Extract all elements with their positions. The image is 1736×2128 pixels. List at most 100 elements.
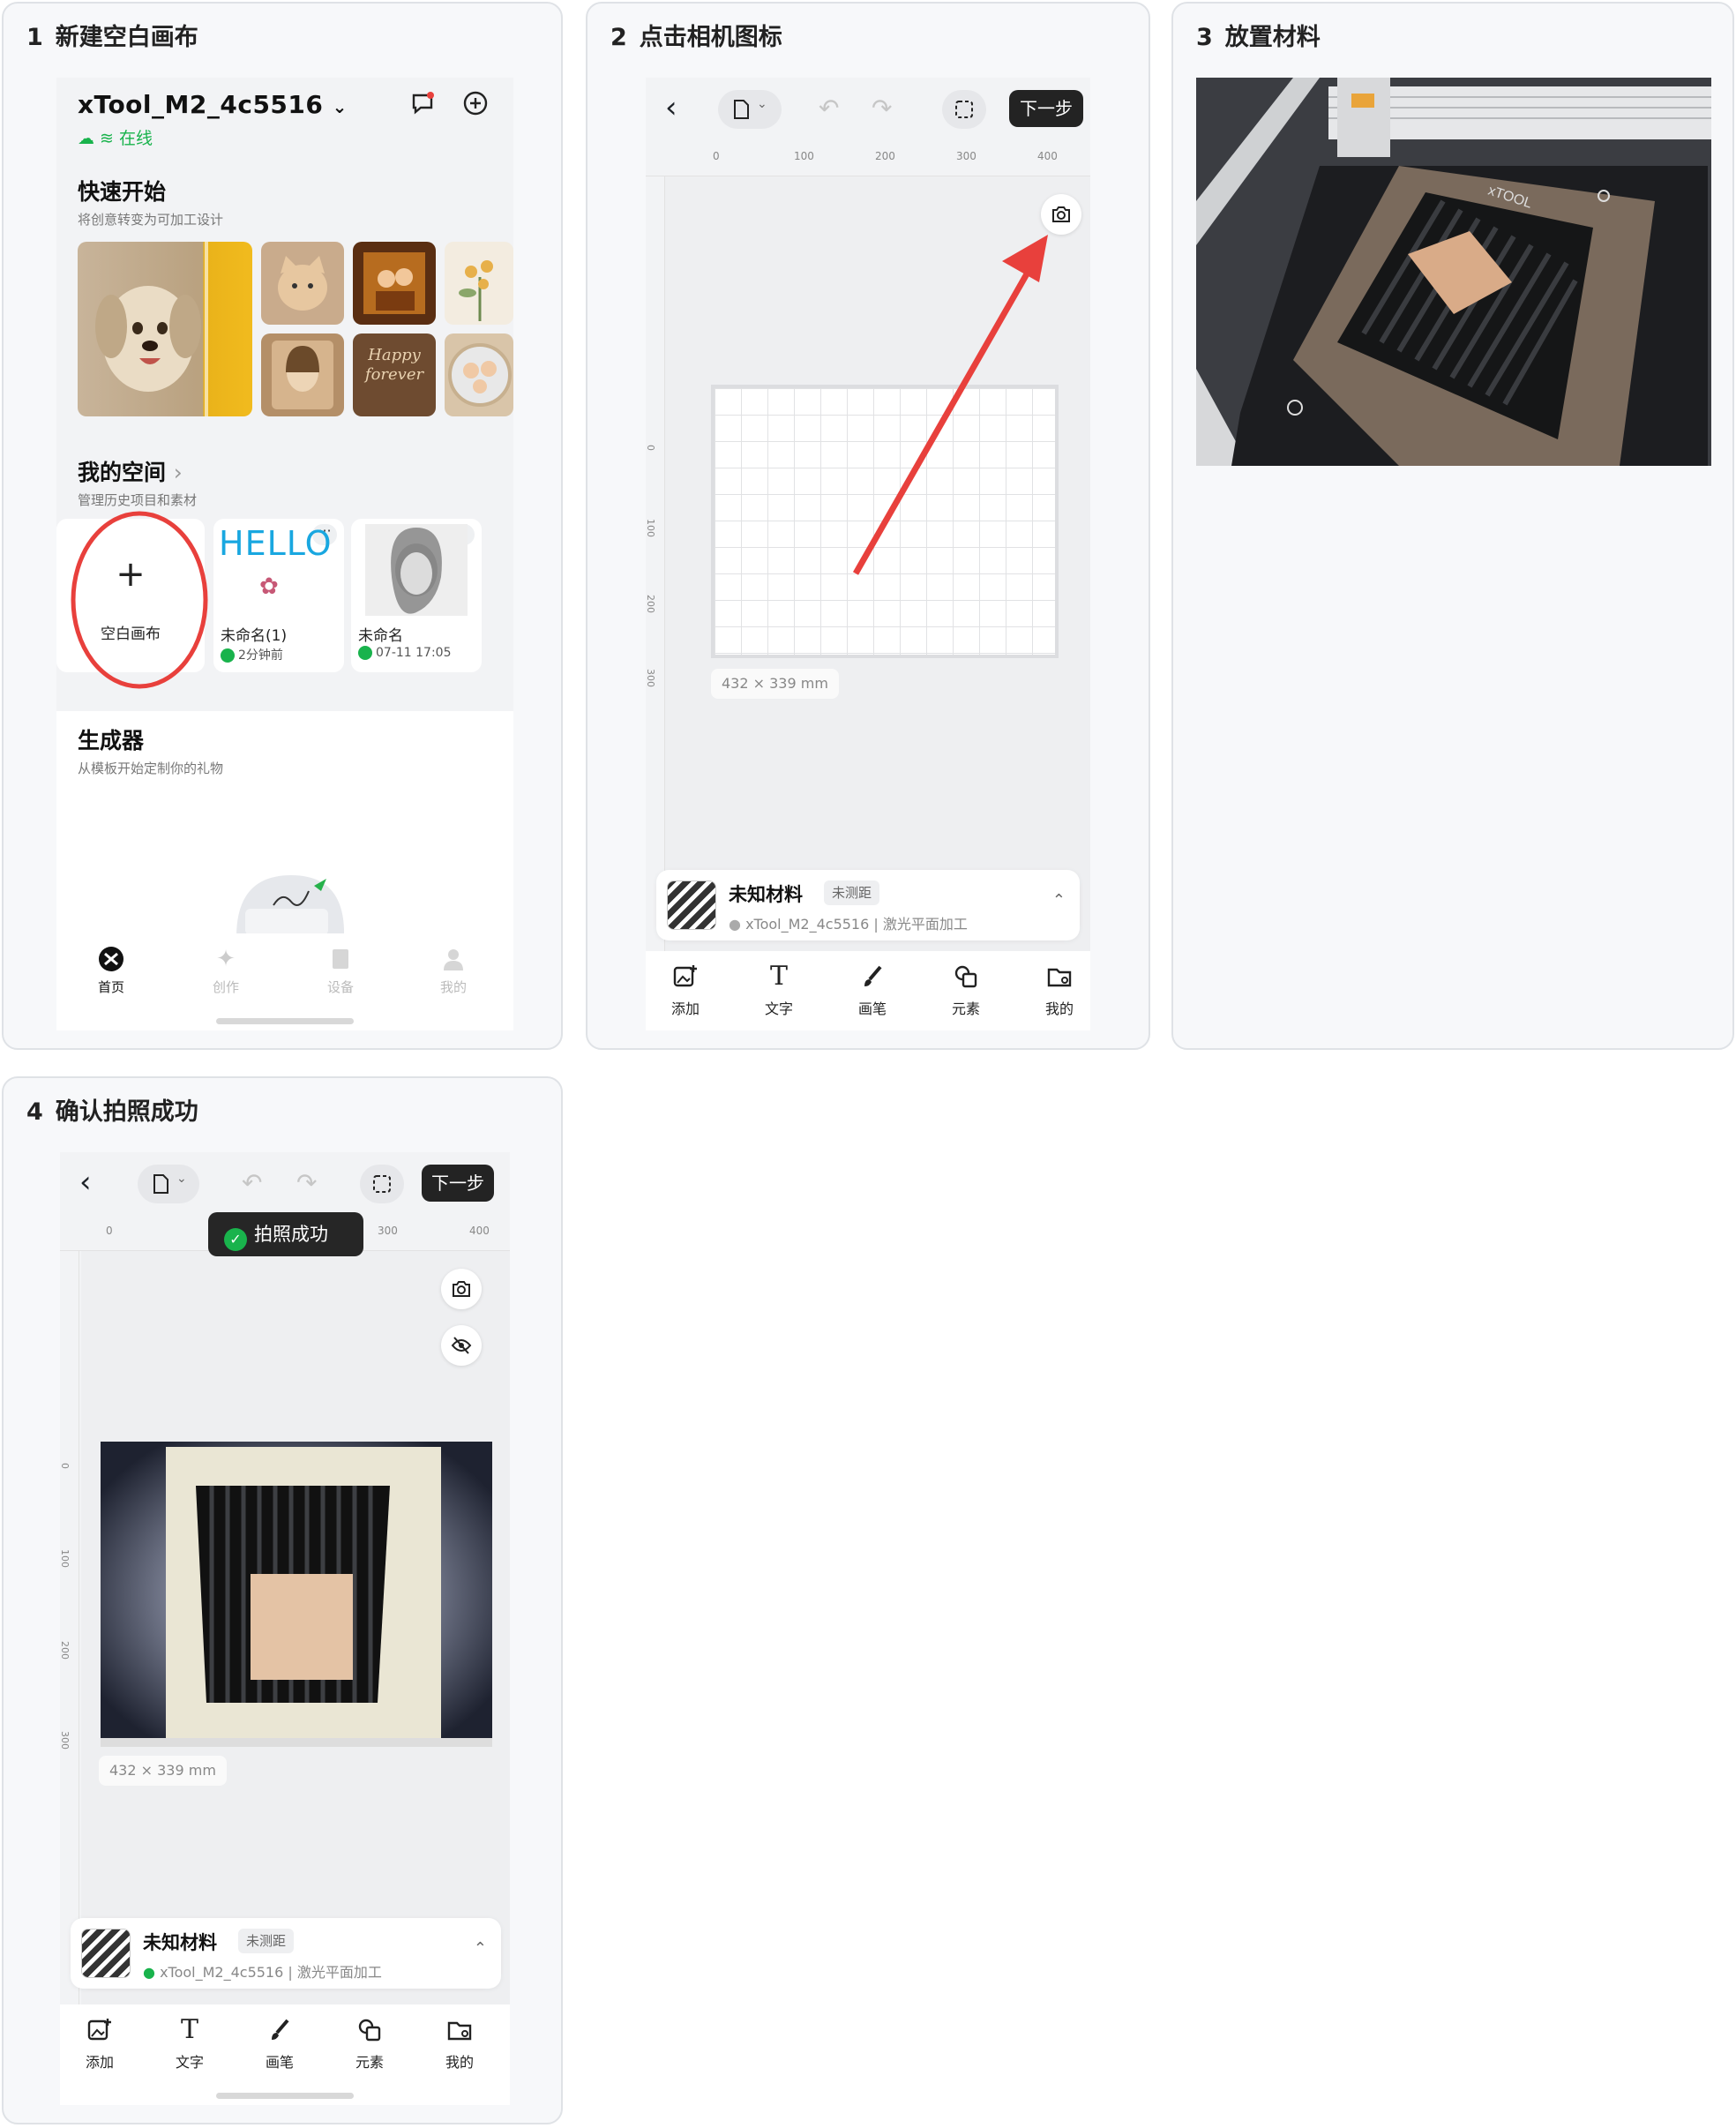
quick-start-title: 快速开始 (78, 179, 167, 205)
back-icon[interactable]: ‹ (665, 92, 677, 124)
add-circle-icon[interactable] (462, 90, 489, 116)
material-card[interactable]: 未知材料 未测距 ● xTool_M2_4c5516 | 激光平面加工 ⌃ (656, 870, 1080, 940)
add-image-icon (86, 2017, 113, 2043)
file-icon (153, 1174, 168, 1194)
file-menu-button[interactable]: ⌄ (138, 1165, 199, 1203)
folder-icon (1046, 963, 1073, 990)
happy-forever-text: Happy forever (364, 346, 424, 384)
project-card[interactable]: ··· 未命名 07-11 17:05 (351, 519, 482, 672)
tool-mine[interactable]: 我的 (420, 2017, 499, 2072)
home-screen: xTool_M2_4c5516 ⌄ ☁ ≋ 在线 快速开始 将创意转变为可加工设… (56, 78, 513, 1030)
ruler-tick-label: 100 (794, 150, 814, 162)
project-card[interactable]: ··· HELLO ✿ 未命名(1) 2分钟前 (213, 519, 344, 672)
template-happy-forever-thumbnail[interactable]: Happy forever (353, 333, 436, 416)
tool-add[interactable]: 添加 (60, 2017, 139, 2072)
editor-screen: ‹ ⌄ ↶ ↷ 下一步 0 100 200 300 400 0 100 200 … (646, 78, 1090, 1030)
redo-icon[interactable]: ↷ (296, 1168, 317, 1197)
material-name: 未知材料 (729, 884, 803, 905)
tool-elements[interactable]: 元素 (926, 963, 1006, 1018)
text-icon: T (180, 2014, 198, 2045)
step-card-4: 4 确认拍照成功 ‹ ⌄ ↶ ↷ 下一步 0 300 400 0 100 200 … (2, 1076, 563, 2124)
home-header: xTool_M2_4c5516 ⌄ ☁ ≋ 在线 (56, 78, 513, 184)
template-family-thumbnail[interactable] (445, 333, 513, 416)
tool-add[interactable]: 添加 (646, 963, 725, 1018)
template-woman-thumbnail[interactable] (261, 333, 344, 416)
material-swatch (667, 880, 716, 930)
check-circle-icon: ✓ (224, 1228, 247, 1251)
generator-section: 生成器 从模板开始定制你的礼物 (56, 711, 513, 958)
tab-create[interactable]: ✦ 创作 (182, 946, 270, 996)
ruler-tick-label: 400 (469, 1225, 490, 1237)
select-icon (373, 1175, 391, 1193)
shapes-icon (356, 2017, 383, 2043)
chevron-up-icon[interactable]: ⌃ (474, 1939, 487, 1958)
generator-subtitle: 从模板开始定制你的礼物 (78, 761, 224, 776)
tool-text[interactable]: T 文字 (739, 963, 819, 1018)
tool-mine[interactable]: 我的 (1020, 963, 1090, 1018)
cloud-icon: ☁ (78, 129, 94, 148)
undo-icon[interactable]: ↶ (242, 1168, 262, 1197)
ruler-tick-label: 400 (1037, 150, 1058, 162)
hello-preview: HELLO (219, 524, 333, 563)
tool-elements[interactable]: 元素 (330, 2017, 409, 2072)
tool-brush[interactable]: 画笔 (240, 2017, 319, 2072)
select-button[interactable] (942, 90, 986, 129)
size-label: 432 × 339 mm (711, 669, 839, 699)
my-space-title[interactable]: 我的空间 › (78, 455, 183, 487)
tool-text[interactable]: T 文字 (150, 2017, 229, 2072)
step-card-1: 1 新建空白画布 xTool_M2_4c5516 ⌄ ☁ ≋ 在线 快速开始 将创… (2, 2, 563, 1050)
next-step-button[interactable]: 下一步 (1009, 90, 1083, 127)
material-info: ● xTool_M2_4c5516 | 激光平面加工 (729, 916, 968, 933)
ruler-tick-label: 200 (646, 595, 656, 613)
device-name[interactable]: xTool_M2_4c5516 ⌄ (78, 90, 348, 119)
folder-icon (446, 2017, 473, 2043)
chevron-up-icon[interactable]: ⌃ (1052, 891, 1066, 910)
template-portrait-frame-thumbnail[interactable] (353, 242, 436, 325)
tab-profile[interactable]: 我的 (409, 946, 498, 996)
back-icon[interactable]: ‹ (79, 1166, 92, 1198)
material-card[interactable]: 未知材料 未测距 ● xTool_M2_4c5516 | 激光平面加工 ⌃ (71, 1918, 501, 1989)
brush-icon (859, 963, 886, 990)
editor-screen: ‹ ⌄ ↶ ↷ 下一步 0 300 400 0 100 200 300 432 … (60, 1152, 510, 2105)
device-status: ☁ ≋ 在线 (78, 129, 153, 148)
doc-badge-icon (221, 648, 235, 663)
captured-photo (101, 1442, 492, 1747)
tool-bar: 添加 T 文字 画笔 元素 我的 (646, 951, 1090, 1030)
next-step-button[interactable]: 下一步 (422, 1165, 494, 1202)
generator-illustration (236, 875, 344, 937)
highlight-circle (71, 511, 208, 689)
message-icon[interactable] (409, 90, 436, 116)
wifi-icon: ≋ (100, 129, 114, 148)
chevron-down-icon[interactable]: ⌄ (333, 96, 348, 117)
undo-icon[interactable]: ↶ (819, 94, 839, 123)
eye-off-icon (451, 1337, 472, 1354)
machine-photo: xTOOL (1196, 78, 1711, 466)
template-dog-thumbnail[interactable] (78, 242, 252, 416)
tab-device[interactable]: 设备 (296, 946, 385, 996)
ruler-tick-label: 100 (646, 519, 656, 537)
template-cat-thumbnail[interactable] (261, 242, 344, 325)
redo-icon[interactable]: ↷ (872, 94, 892, 123)
tool-brush[interactable]: 画笔 (833, 963, 912, 1018)
chevron-down-icon: ⌄ (176, 1172, 187, 1186)
ruler-tick-label: 0 (106, 1225, 113, 1237)
doc-badge-icon (358, 646, 372, 660)
select-icon (955, 101, 973, 118)
camera-button[interactable] (441, 1269, 482, 1309)
ruler-tick-label: 0 (60, 1463, 71, 1469)
camera-icon (453, 1281, 470, 1297)
tab-home[interactable]: 首页 (67, 946, 155, 996)
step-card-2: 2 点击相机图标 ‹ ⌄ ↶ ↷ 下一步 0 100 200 300 400 0 … (586, 2, 1150, 1050)
home-indicator (216, 2093, 354, 2099)
canvas-area[interactable]: 432 × 339 mm (665, 176, 1090, 951)
ruler-tick-label: 300 (956, 150, 976, 162)
hide-preview-button[interactable] (441, 1325, 482, 1366)
select-button[interactable] (360, 1165, 404, 1203)
editor-toolbar: ‹ ⌄ ↶ ↷ 下一步 (646, 78, 1090, 146)
flower-preview-icon: ✿ (259, 573, 279, 600)
ruler-tick-label: 300 (378, 1225, 398, 1237)
canvas-area[interactable]: 432 × 339 mm (81, 1251, 510, 2026)
ruler-tick-label: 100 (60, 1549, 71, 1568)
template-flower-thumbnail[interactable] (445, 242, 513, 325)
file-menu-button[interactable]: ⌄ (718, 90, 782, 129)
